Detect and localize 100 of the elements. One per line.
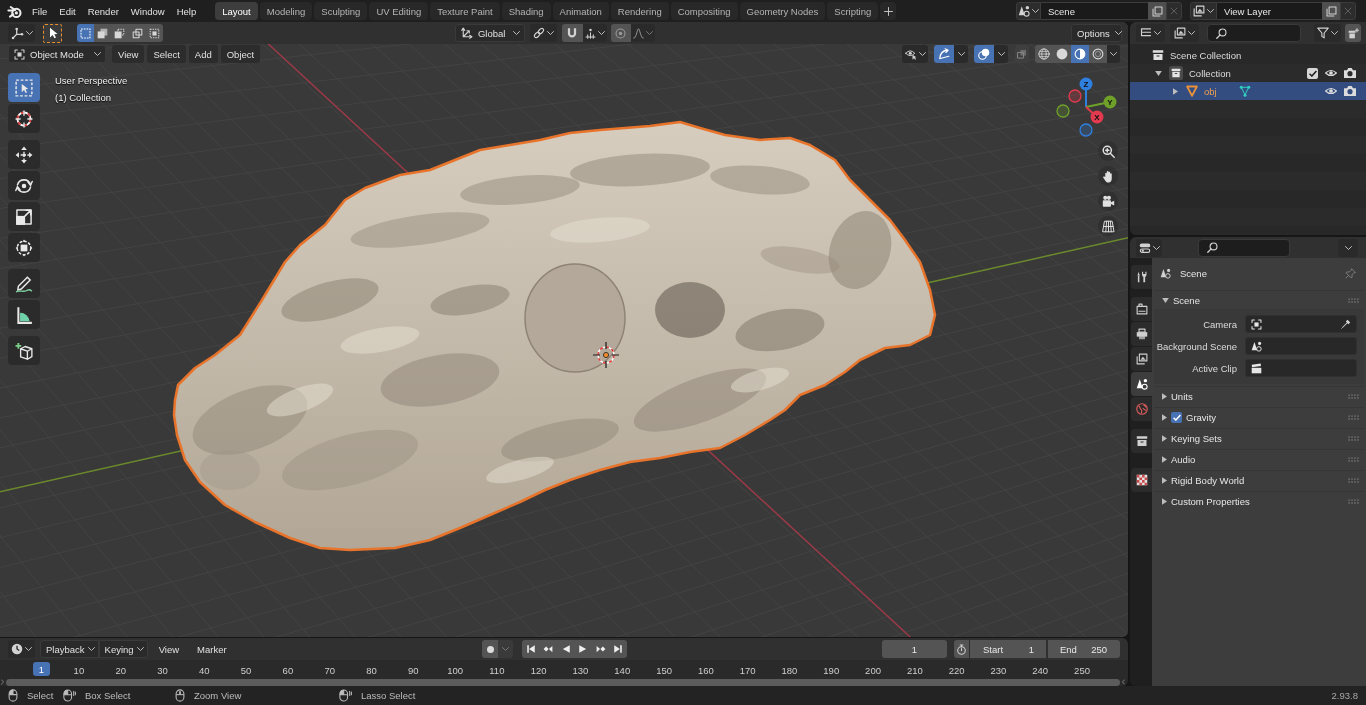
view-layer-name-field[interactable]: View Layer	[1217, 2, 1322, 20]
panel-header[interactable]: Keying Sets	[1154, 428, 1364, 447]
tool-button[interactable]	[8, 140, 40, 169]
axis-handle[interactable]	[1068, 89, 1082, 103]
disclosure-triangle-icon[interactable]	[1154, 70, 1162, 76]
data-picker-field[interactable]	[1245, 359, 1357, 377]
workspace-tab[interactable]: UV Editing	[369, 2, 429, 20]
gizmo-dropdown[interactable]	[954, 45, 968, 63]
xray-toggle-button[interactable]	[1015, 45, 1029, 63]
playhead[interactable]: 1	[33, 662, 50, 676]
grip-dots-icon[interactable]	[1348, 414, 1359, 420]
shading-dropdown[interactable]	[1107, 45, 1120, 63]
grip-dots-icon[interactable]	[1348, 477, 1359, 483]
grip-dots-icon[interactable]	[1348, 393, 1359, 399]
tool-button[interactable]	[8, 269, 40, 298]
workspace-tab[interactable]: Compositing	[670, 2, 738, 20]
view-layer-browse-button[interactable]	[1190, 2, 1217, 20]
properties-tab[interactable]	[1131, 468, 1152, 492]
overlay-dropdown[interactable]	[994, 45, 1008, 63]
panel-header[interactable]: Custom Properties	[1154, 491, 1364, 510]
workspace-tab[interactable]: Shading	[501, 2, 551, 20]
exclude-checkbox[interactable]	[1307, 67, 1318, 79]
visibility-dropdown[interactable]	[902, 45, 928, 63]
filter-button[interactable]	[1314, 24, 1341, 42]
data-picker-field[interactable]	[1245, 337, 1357, 355]
disclosure-triangle-icon[interactable]	[1172, 87, 1178, 95]
tool-button[interactable]	[8, 202, 40, 231]
new-collection-button[interactable]	[1345, 24, 1361, 42]
menu-item[interactable]: View	[151, 640, 187, 658]
grip-dots-icon[interactable]	[1348, 456, 1359, 462]
workspace-tab[interactable]: Animation	[552, 2, 609, 20]
gizmo-toggle-button[interactable]	[934, 45, 954, 63]
pin-icon[interactable]	[1345, 267, 1356, 279]
workspace-tab[interactable]: Rendering	[610, 2, 669, 20]
preview-range-button[interactable]	[954, 640, 969, 658]
menu-dropdown[interactable]: Playback	[40, 640, 99, 658]
scene-name-field[interactable]: Scene	[1041, 2, 1148, 20]
snap-target-button[interactable]	[582, 24, 607, 42]
scene-browse-button[interactable]	[1016, 2, 1041, 20]
axis-handle[interactable]	[1079, 123, 1093, 137]
axis-handle[interactable]: Y	[1085, 95, 1117, 109]
shading-mode-button[interactable]	[1089, 45, 1107, 63]
menu-item[interactable]: Add	[188, 45, 218, 63]
menu-item[interactable]: Edit	[53, 2, 82, 20]
zoom-button[interactable]	[1098, 141, 1118, 161]
properties-tab[interactable]	[1131, 297, 1152, 321]
current-frame-field[interactable]: 1	[882, 640, 947, 658]
properties-tab[interactable]	[1131, 322, 1152, 346]
menu-item[interactable]: Select	[147, 45, 186, 63]
mode-dropdown[interactable]: Object Mode	[8, 45, 106, 63]
search-field[interactable]	[1198, 238, 1290, 257]
menu-item[interactable]: Object	[220, 45, 261, 63]
shading-mode-button[interactable]	[1071, 45, 1089, 63]
editor-type-button[interactable]	[8, 24, 35, 42]
view-layer-filter-button[interactable]	[1170, 24, 1199, 42]
perspective-toggle-button[interactable]	[1098, 216, 1118, 236]
eye-icon[interactable]	[1325, 87, 1337, 95]
camera-view-button[interactable]	[1098, 191, 1118, 211]
camera-icon[interactable]	[1344, 68, 1356, 78]
shading-mode-button[interactable]	[1035, 45, 1053, 63]
record-button[interactable]	[482, 640, 498, 658]
panel-header[interactable]: Gravity	[1154, 407, 1364, 426]
logo-icon[interactable]	[7, 3, 22, 19]
editor-type-button[interactable]	[1136, 238, 1162, 257]
selection-mode-button[interactable]	[111, 24, 129, 42]
camera-icon[interactable]	[1344, 86, 1356, 96]
overlay-toggle-button[interactable]	[974, 45, 994, 63]
workspace-tab[interactable]: Texture Paint	[430, 2, 500, 20]
editor-type-button[interactable]	[8, 640, 35, 658]
display-mode-button[interactable]	[1136, 24, 1165, 42]
selection-mode-button[interactable]	[77, 24, 95, 42]
menu-item[interactable]: Window	[124, 2, 171, 20]
menu-item[interactable]: Render	[81, 2, 125, 20]
tool-button[interactable]	[8, 336, 40, 365]
menu-item[interactable]: View	[112, 45, 145, 63]
shading-mode-button[interactable]	[1053, 45, 1071, 63]
selection-mode-button[interactable]	[94, 24, 112, 42]
menu-item[interactable]: Marker	[190, 640, 234, 658]
grip-dots-icon[interactable]	[1348, 297, 1359, 303]
workspace-tab[interactable]: Sculpting	[314, 2, 368, 20]
properties-tab[interactable]	[1131, 429, 1152, 453]
start-frame-field[interactable]: Start 1	[970, 640, 1046, 658]
end-frame-field[interactable]: End 250	[1048, 640, 1120, 658]
tool-button[interactable]	[8, 300, 40, 329]
outliner-row[interactable]: obj	[1130, 82, 1366, 100]
menu-item[interactable]: Help	[170, 2, 203, 20]
grip-dots-icon[interactable]	[1348, 498, 1359, 504]
search-field[interactable]	[1207, 24, 1301, 42]
workspace-tab[interactable]: Scripting	[827, 2, 879, 20]
workspace-tab[interactable]: Layout	[215, 2, 258, 20]
properties-tab[interactable]	[1131, 265, 1152, 289]
options-dropdown[interactable]: Options	[1071, 24, 1122, 42]
axis-handle[interactable]: Z	[1079, 77, 1093, 108]
workspace-tab[interactable]: Modeling	[259, 2, 313, 20]
axis-handle[interactable]	[1056, 104, 1070, 118]
orientation-dropdown[interactable]: Global	[454, 24, 525, 42]
eye-icon[interactable]	[1325, 69, 1337, 77]
active-tool-button[interactable]	[43, 23, 62, 43]
panel-header[interactable]: Rigid Body World	[1154, 470, 1364, 489]
add-workspace-button[interactable]	[880, 2, 897, 20]
